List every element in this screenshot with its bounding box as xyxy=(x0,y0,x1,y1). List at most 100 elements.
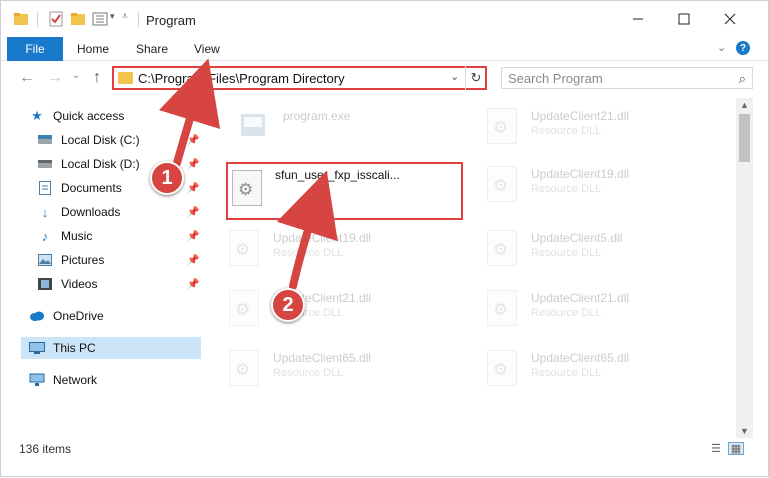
folder-icon xyxy=(13,11,29,27)
file-name: sfun_user_fxp_isscali... xyxy=(275,168,400,182)
toolbar-separator xyxy=(138,12,139,27)
sidebar-item-label: Network xyxy=(53,373,98,387)
file-item[interactable]: program.exe xyxy=(221,98,461,150)
drive-icon xyxy=(37,132,53,148)
customize-toolbar-icon[interactable]: ⩡ xyxy=(122,11,138,27)
recent-locations-icon[interactable]: ⌄ xyxy=(72,70,80,81)
up-arrow-icon[interactable]: ↑ xyxy=(93,69,101,87)
sidebar-item-label: Local Disk (C:) xyxy=(61,133,140,147)
file-item[interactable]: ⚙ UpdateClient19.dll Resource DLL xyxy=(469,156,709,208)
close-button[interactable] xyxy=(707,1,753,37)
file-list: program.exe ⚙ UpdateClient21.dll Resourc… xyxy=(211,98,736,438)
file-type: Resource DLL xyxy=(273,367,344,379)
pin-icon: 📌 xyxy=(187,254,200,266)
address-path[interactable]: C:\Program Files\Program Directory xyxy=(138,71,345,86)
sidebar-item-label: Local Disk (D:) xyxy=(61,157,140,171)
sidebar-item-label: Music xyxy=(61,229,93,243)
file-type: Resource DLL xyxy=(531,307,602,319)
chevron-down-icon[interactable]: ⌄ xyxy=(450,70,459,83)
sidebar-item-onedrive[interactable]: OneDrive xyxy=(29,305,201,327)
expand-ribbon-icon[interactable]: ⌄ xyxy=(717,41,726,54)
dll-file-icon: ⚙ xyxy=(487,108,517,144)
file-item[interactable]: ⚙ UpdateClient65.dll Resource DLL xyxy=(211,340,451,392)
file-name: program.exe xyxy=(283,109,351,123)
cloud-icon xyxy=(29,308,45,324)
computer-icon xyxy=(29,340,45,356)
file-type: Resource DLL xyxy=(531,125,602,137)
title-bar: ▾ ⩡ Program xyxy=(1,1,768,37)
sidebar-item-music[interactable]: ♪ Music 📌 xyxy=(37,225,201,247)
dll-file-icon: ⚙ xyxy=(487,230,517,266)
maximize-button[interactable] xyxy=(661,1,707,37)
sidebar-item-local-disk-c[interactable]: Local Disk (C:) 📌 xyxy=(37,129,201,151)
minimize-button[interactable] xyxy=(615,1,661,37)
sidebar-item-this-pc[interactable]: This PC xyxy=(21,337,201,359)
file-type: Resource DLL xyxy=(273,247,344,259)
pin-icon: 📌 xyxy=(187,206,200,218)
scroll-up-icon[interactable]: ▲ xyxy=(740,100,749,110)
file-item[interactable]: ⚙ UpdateClient19.dll Resource DLL xyxy=(211,220,451,272)
sidebar-item-downloads[interactable]: ↓ Downloads 📌 xyxy=(37,201,201,223)
dll-file-icon: ⚙ xyxy=(229,350,259,386)
sidebar-item-label: Downloads xyxy=(61,205,121,219)
file-type: Resource DLL xyxy=(531,367,602,379)
details-view-icon[interactable]: ☰ xyxy=(708,442,724,455)
toolbar-separator xyxy=(37,12,38,27)
pictures-icon xyxy=(37,252,53,268)
pin-icon: 📌 xyxy=(187,158,200,170)
search-icon[interactable]: ⌕ xyxy=(739,71,746,87)
drive-icon xyxy=(37,156,53,172)
tab-share[interactable]: Share xyxy=(136,42,168,56)
documents-icon xyxy=(37,180,53,196)
scroll-thumb[interactable] xyxy=(739,114,750,162)
navigation-bar: ← → ⌄ ↑ C:\Program Files\Program Directo… xyxy=(1,61,768,95)
refresh-icon[interactable]: ↻ xyxy=(465,66,486,90)
dll-file-icon: ⚙ xyxy=(232,170,262,206)
exe-file-icon xyxy=(239,108,269,144)
tab-file[interactable]: File xyxy=(7,37,63,61)
file-type: Resource DLL xyxy=(531,183,602,195)
file-item[interactable]: ⚙ UpdateClient21.dll Resource DLL xyxy=(469,98,709,150)
tab-home[interactable]: Home xyxy=(77,42,109,56)
pin-icon: 📌 xyxy=(187,278,200,290)
file-name: UpdateClient65.dll xyxy=(273,351,372,365)
sidebar-item-label: Pictures xyxy=(61,253,105,267)
address-bar[interactable]: C:\Program Files\Program Directory ⌄ ↻ xyxy=(112,66,487,90)
dll-file-icon: ⚙ xyxy=(487,166,517,202)
new-folder-icon[interactable] xyxy=(70,11,86,27)
large-icons-view-icon[interactable]: ▦ xyxy=(728,442,744,455)
file-item[interactable]: ⚙ UpdateClient5.dll Resource DLL xyxy=(469,220,709,272)
help-icon[interactable]: ? xyxy=(736,41,750,55)
file-name: UpdateClient65.dll xyxy=(531,351,630,365)
file-item[interactable]: ⚙ UpdateClient21.dll Resource DLL xyxy=(469,280,709,332)
pin-icon: 📌 xyxy=(187,134,200,146)
network-icon xyxy=(29,372,45,388)
back-arrow-icon[interactable]: ← xyxy=(19,69,35,87)
scroll-down-icon[interactable]: ▼ xyxy=(740,426,749,436)
pin-icon: 📌 xyxy=(187,230,200,242)
vertical-scrollbar[interactable]: ▲ ▼ xyxy=(736,98,753,438)
sidebar-item-videos[interactable]: Videos 📌 xyxy=(37,273,201,295)
file-item[interactable]: ⚙ UpdateClient65.dll Resource DLL xyxy=(469,340,709,392)
view-options-icon[interactable] xyxy=(92,11,108,27)
sidebar-item-label: Documents xyxy=(61,181,122,195)
search-input[interactable] xyxy=(502,68,722,88)
dll-file-icon: ⚙ xyxy=(229,290,259,326)
tab-view[interactable]: View xyxy=(194,42,220,56)
sidebar-item-network[interactable]: Network xyxy=(29,369,201,391)
sidebar-item-label: Videos xyxy=(61,277,98,291)
file-name: UpdateClient21.dll xyxy=(531,109,630,123)
search-box[interactable]: ⌕ xyxy=(501,67,753,89)
sidebar-item-pictures[interactable]: Pictures 📌 xyxy=(37,249,201,271)
navigation-pane: ★ Quick access Local Disk (C:) 📌 Local D… xyxy=(1,98,201,438)
download-icon: ↓ xyxy=(41,204,49,220)
properties-icon[interactable] xyxy=(48,11,64,27)
file-name: UpdateClient19.dll xyxy=(531,167,630,181)
explorer-window: ▾ ⩡ Program File Home Share View ⌄ ? ← →… xyxy=(0,0,769,477)
step-badge-1: 1 xyxy=(150,161,184,195)
sidebar-item-quick-access[interactable]: ★ Quick access xyxy=(29,105,201,127)
forward-arrow-icon[interactable]: → xyxy=(47,69,63,87)
file-item-highlighted[interactable]: ⚙ sfun_user_fxp_isscali... xyxy=(226,162,463,220)
file-item[interactable]: ⚙ UpdateClient21.dll Resource DLL xyxy=(211,280,451,332)
sidebar-item-label: Quick access xyxy=(53,109,125,123)
